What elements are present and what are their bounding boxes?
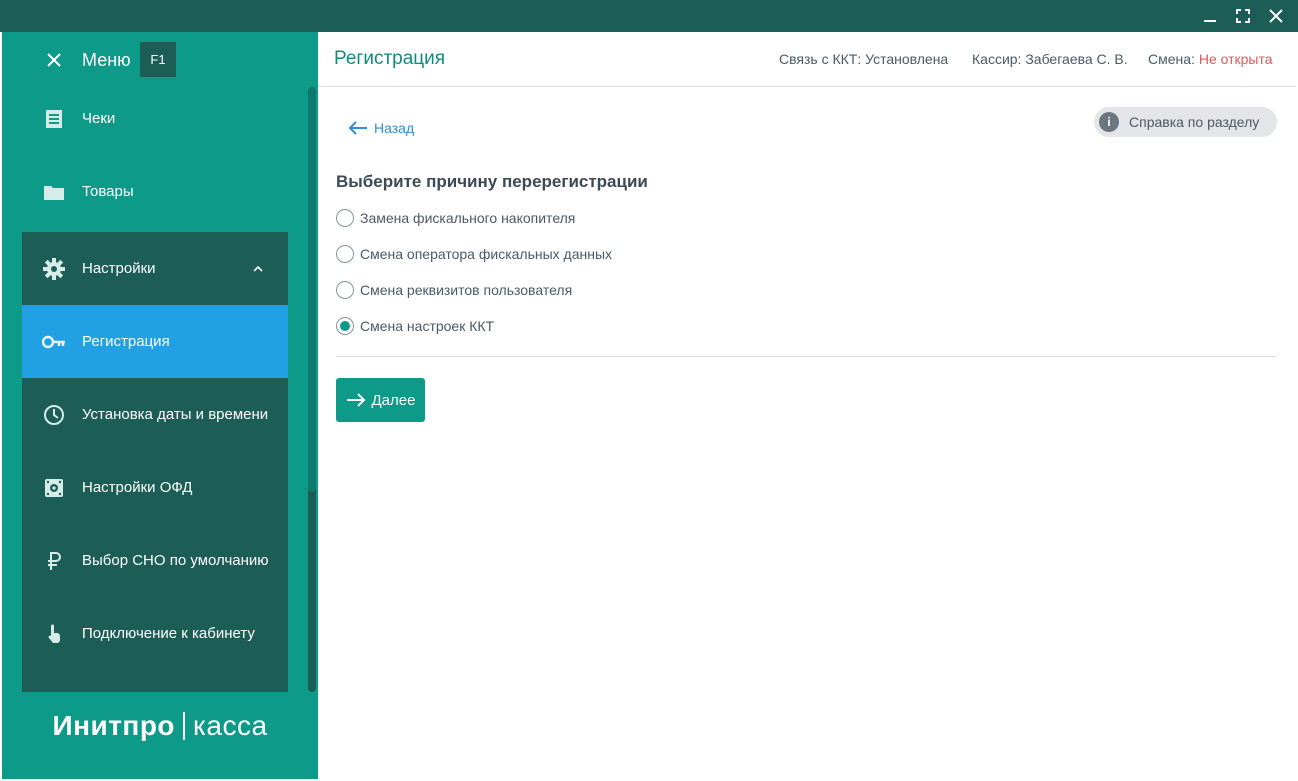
touch-icon (42, 622, 66, 646)
receipt-icon (42, 107, 66, 131)
page-header: Регистрация Связь с ККТ: Установлена Кас… (318, 32, 1296, 87)
radio-button[interactable] (336, 281, 354, 299)
menu-hotkey-badge: F1 (140, 42, 176, 77)
brand-logo: Инитпро касса (52, 710, 268, 741)
menu-header: Меню F1 (2, 32, 318, 88)
option-ofd-change[interactable]: Смена оператора фискальных данных (336, 245, 612, 263)
main-panel: Регистрация Связь с ККТ: Установлена Кас… (318, 32, 1296, 779)
maximize-icon[interactable] (1231, 5, 1255, 27)
folder-icon (42, 180, 66, 204)
arrow-right-icon (346, 392, 366, 408)
sidebar-item-label: Настройки ОФД (82, 479, 193, 496)
radio-button[interactable] (336, 245, 354, 263)
shift-status: Смена: Не открыта (1148, 51, 1273, 67)
option-label: Замена фискального накопителя (360, 210, 576, 226)
option-label: Смена реквизитов пользователя (360, 282, 573, 298)
clock-icon (42, 403, 66, 427)
next-button[interactable]: Далее (336, 378, 425, 422)
close-menu-icon[interactable] (43, 49, 65, 71)
sidebar-item-default-tax[interactable]: Выбор СНО по умолчанию (22, 524, 288, 597)
option-label: Смена настроек ККТ (360, 318, 495, 334)
radio-button-checked[interactable] (336, 317, 354, 335)
chevron-up-icon (252, 263, 264, 275)
ofd-icon (42, 476, 66, 500)
minimize-icon[interactable] (1198, 5, 1222, 27)
sidebar-item-receipts[interactable]: Чеки (22, 82, 288, 155)
sidebar-item-label: Подключение к кабинету (82, 625, 255, 642)
option-label: Смена оператора фискальных данных (360, 246, 613, 262)
option-fn-replacement[interactable]: Замена фискального накопителя (336, 209, 575, 227)
arrow-left-icon (348, 120, 368, 136)
sidebar-item-label: Товары (82, 183, 134, 200)
sidebar-item-datetime[interactable]: Установка даты и времени (22, 378, 288, 451)
sidebar: Меню F1 Чеки Товары Настройки Регистраци… (2, 32, 318, 779)
sidebar-item-label: Настройки (82, 260, 156, 277)
sidebar-item-registration[interactable]: Регистрация (22, 305, 288, 378)
key-icon (42, 330, 66, 354)
sidebar-item-ofd-settings[interactable]: Настройки ОФД (22, 451, 288, 524)
menu-label: Меню (82, 50, 131, 70)
back-link[interactable]: Назад (348, 120, 414, 136)
sidebar-item-products[interactable]: Товары (22, 155, 288, 228)
divider (336, 356, 1277, 357)
next-label: Далее (371, 391, 416, 409)
radio-button[interactable] (336, 209, 354, 227)
sidebar-scrollbar-thumb[interactable] (308, 87, 316, 492)
help-button[interactable]: i Справка по разделу (1094, 107, 1277, 137)
sidebar-item-label: Чеки (82, 110, 116, 127)
close-icon[interactable] (1264, 5, 1288, 27)
settings-group: Настройки Регистрация Установка даты и в… (22, 232, 288, 692)
sidebar-item-settings[interactable]: Настройки (22, 232, 288, 305)
option-user-details-change[interactable]: Смена реквизитов пользователя (336, 281, 572, 299)
sidebar-item-cabinet-connection[interactable]: Подключение к кабинету (22, 597, 288, 670)
option-kkt-settings-change[interactable]: Смена настроек ККТ (336, 317, 494, 335)
back-label: Назад (374, 120, 415, 136)
sidebar-item-label: Установка даты и времени (82, 406, 269, 423)
sidebar-item-label: Регистрация (82, 333, 170, 350)
page-title: Регистрация (334, 48, 446, 69)
sidebar-item-label: Выбор СНО по умолчанию (82, 552, 269, 569)
kkt-connection-status: Связь с ККТ: Установлена (779, 51, 949, 67)
cashier-info: Кассир: Забегаева С. В. (972, 51, 1128, 67)
gear-icon (42, 257, 66, 281)
info-icon: i (1099, 112, 1119, 132)
section-heading: Выберите причину перерегистрации (336, 172, 648, 191)
ruble-icon (42, 549, 66, 573)
window-titlebar (0, 0, 1298, 32)
shift-status-value: Не открыта (1198, 51, 1273, 67)
help-label: Справка по разделу (1129, 114, 1260, 130)
